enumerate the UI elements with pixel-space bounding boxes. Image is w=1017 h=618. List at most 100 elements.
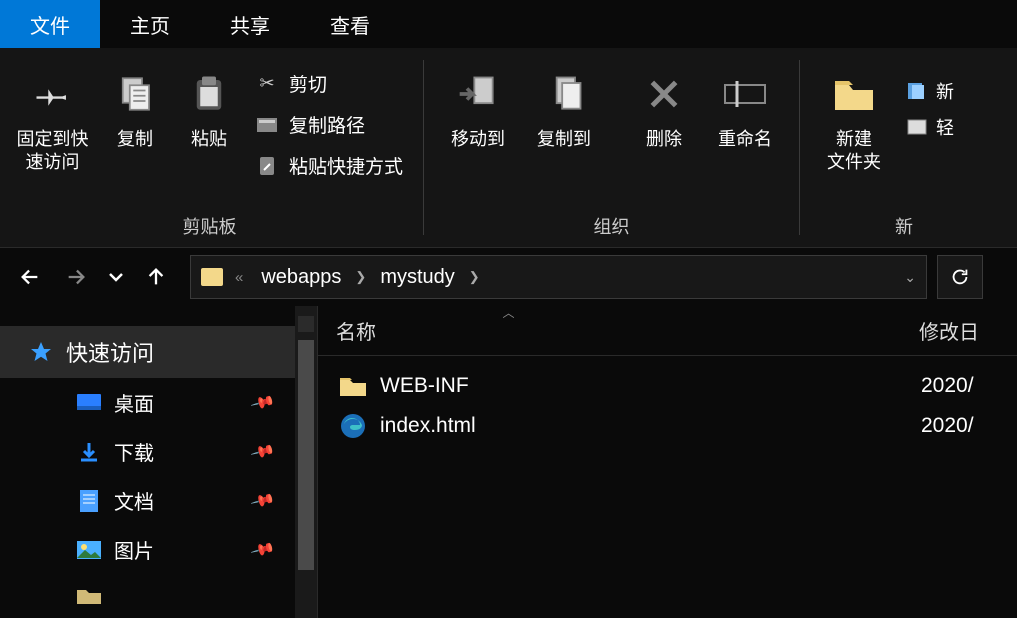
breadcrumb-item-webapps[interactable]: webapps: [255, 266, 347, 289]
paste-label: 粘贴: [191, 128, 227, 151]
refresh-button[interactable]: [937, 255, 983, 299]
sidebar-scrollbar[interactable]: [295, 306, 317, 618]
refresh-icon: [949, 266, 971, 288]
new-item-partial[interactable]: 新: [906, 78, 954, 104]
paste-shortcut-button[interactable]: 粘贴快捷方式: [249, 150, 409, 181]
pictures-icon: [76, 539, 102, 561]
downloads-icon: [76, 441, 102, 463]
desktop-icon: [76, 392, 102, 414]
pin-icon: 📌: [249, 389, 276, 416]
arrow-left-icon: [19, 266, 41, 288]
column-headers[interactable]: 名称 修改日: [318, 306, 1017, 356]
cut-button[interactable]: ✂ 剪切: [249, 68, 409, 99]
new-item-icon: [906, 81, 928, 101]
new-folder-label: 新建 文件夹: [827, 128, 881, 175]
organize-group-label: 组织: [438, 213, 785, 243]
tab-file[interactable]: 文件: [0, 0, 100, 48]
new-folder-button[interactable]: 新建 文件夹: [814, 64, 894, 175]
sidebar-item-label: 文档: [114, 486, 154, 515]
tab-share[interactable]: 共享: [200, 0, 300, 48]
sidebar-item-quick-access[interactable]: 快速访问: [0, 326, 317, 378]
new-item-label: 新: [936, 78, 954, 104]
sidebar: 快速访问 桌面 📌 下载 📌 文档 📌: [0, 306, 318, 618]
edge-icon: [336, 412, 370, 440]
sidebar-item-label: 桌面: [114, 388, 154, 417]
easy-access-label: 轻: [936, 114, 954, 140]
copy-icon: [111, 70, 159, 118]
arrow-up-icon: [145, 266, 167, 288]
file-pane: 名称 修改日 WEB-INF 2020/ index.html 2020/: [318, 306, 1017, 618]
pin-to-quick-access-button[interactable]: 固定到快 速访问: [10, 64, 95, 175]
nav-up-button[interactable]: [136, 257, 176, 297]
arrow-right-icon: [65, 266, 87, 288]
column-header-modified[interactable]: 修改日: [919, 316, 999, 345]
ribbon-group-organize: 移动到 复制到 删除 重命名 组织: [428, 48, 795, 247]
folder-icon: [336, 372, 370, 400]
move-to-icon: [454, 70, 502, 118]
sidebar-item-downloads[interactable]: 下载 📌: [0, 427, 317, 476]
move-to-label: 移动到: [451, 128, 505, 151]
ribbon-new-partial: 新 轻: [900, 64, 954, 140]
sidebar-item-pictures[interactable]: 图片 📌: [0, 525, 317, 574]
menu-tabs: 文件 主页 共享 查看: [0, 0, 1017, 48]
move-to-button[interactable]: 移动到: [438, 64, 518, 151]
easy-access-partial[interactable]: 轻: [906, 114, 954, 140]
delete-icon: [640, 70, 688, 118]
ribbon-group-clipboard: 固定到快 速访问 复制 粘贴 ✂ 剪切: [0, 48, 419, 247]
chevron-right-icon[interactable]: ❯: [355, 269, 366, 285]
ribbon-divider: [423, 60, 424, 235]
documents-icon: [76, 490, 102, 512]
chevron-right-icon[interactable]: ❯: [469, 269, 480, 285]
copy-to-button[interactable]: 复制到: [524, 64, 604, 151]
breadcrumb-overflow[interactable]: «: [231, 269, 247, 286]
nav-forward-button[interactable]: [56, 257, 96, 297]
nav-history-button[interactable]: [102, 257, 130, 297]
delete-button[interactable]: 删除: [629, 64, 699, 151]
file-row-html[interactable]: index.html 2020/: [318, 406, 1017, 446]
clipboard-group-label: 剪贴板: [10, 213, 409, 243]
delete-label: 删除: [646, 128, 682, 151]
sidebar-item-label: 图片: [114, 535, 154, 564]
file-name: WEB-INF: [380, 374, 921, 398]
copy-button[interactable]: 复制: [101, 64, 169, 151]
file-date: 2020/: [921, 414, 999, 438]
nav-back-button[interactable]: [10, 257, 50, 297]
nav-bar: « webapps ❯ mystudy ❯ ⌄: [0, 248, 1017, 306]
breadcrumb-item-mystudy[interactable]: mystudy: [374, 266, 460, 289]
sidebar-item-label: 快速访问: [66, 336, 154, 368]
ribbon-divider: [799, 60, 800, 235]
path-icon: [255, 113, 279, 137]
folder-icon: [76, 584, 102, 606]
tab-home[interactable]: 主页: [100, 0, 200, 48]
sidebar-item-desktop[interactable]: 桌面 📌: [0, 378, 317, 427]
file-row-folder[interactable]: WEB-INF 2020/: [318, 366, 1017, 406]
tab-view[interactable]: 查看: [300, 0, 400, 48]
easy-access-icon: [906, 117, 928, 137]
copy-to-label: 复制到: [537, 128, 591, 151]
copy-label: 复制: [117, 128, 153, 151]
star-icon: [28, 341, 54, 363]
ribbon-group-new: 新建 文件夹 新 轻 新: [804, 48, 964, 247]
file-name: index.html: [380, 414, 921, 438]
new-group-label-partial: 新: [814, 213, 954, 243]
paste-button[interactable]: 粘贴: [175, 64, 243, 151]
rename-button[interactable]: 重命名: [705, 64, 785, 151]
paste-icon: [185, 70, 233, 118]
copy-path-button[interactable]: 复制路径: [249, 109, 409, 140]
file-list: WEB-INF 2020/ index.html 2020/: [318, 356, 1017, 456]
pin-icon: 📌: [249, 487, 276, 514]
sidebar-item-cutoff[interactable]: [0, 574, 317, 616]
breadcrumb-dropdown[interactable]: ⌄: [904, 269, 916, 286]
pin-icon: 📌: [249, 438, 276, 465]
file-date: 2020/: [921, 374, 999, 398]
pin-icon: [29, 70, 77, 118]
collapse-caret-icon[interactable]: ︿: [502, 304, 514, 321]
pin-to-quick-access-label: 固定到快 速访问: [17, 128, 89, 175]
copy-to-icon: [540, 70, 588, 118]
paste-shortcut-label: 粘贴快捷方式: [289, 152, 403, 179]
rename-icon: [721, 70, 769, 118]
breadcrumb[interactable]: « webapps ❯ mystudy ❯ ⌄: [190, 255, 927, 299]
sidebar-item-documents[interactable]: 文档 📌: [0, 476, 317, 525]
rename-label: 重命名: [718, 128, 772, 151]
column-header-name[interactable]: 名称: [336, 316, 919, 345]
